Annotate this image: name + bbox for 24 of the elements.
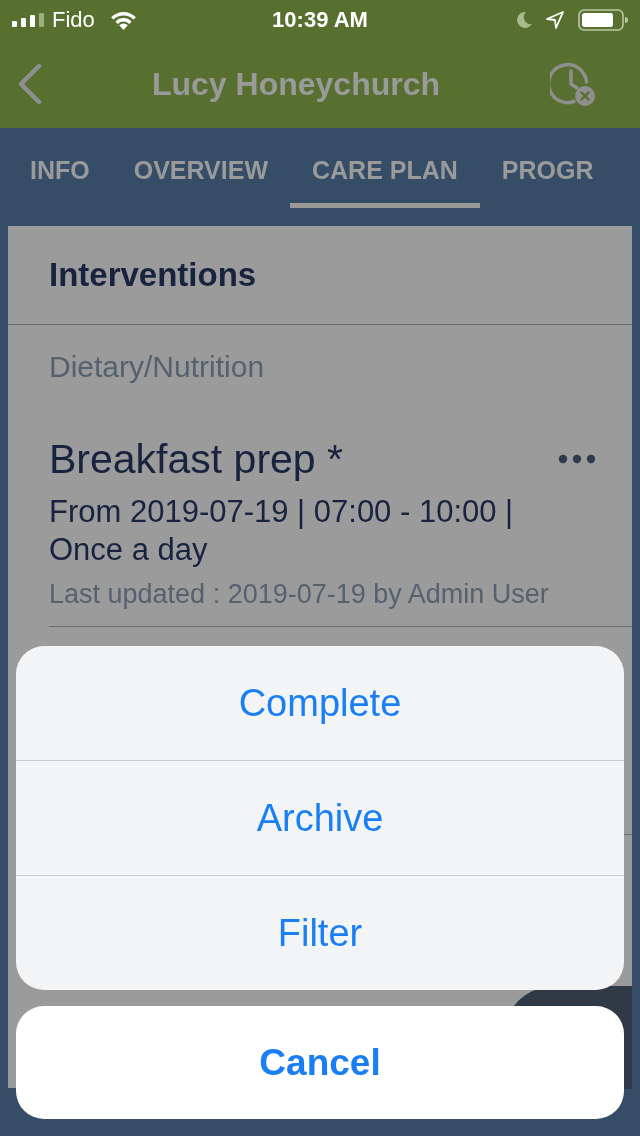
action-option[interactable]: Filter [16, 876, 624, 990]
last-updated-text: Last updated : 2019-07-19 by Admin User [49, 578, 550, 610]
battery-icon [578, 9, 628, 31]
location-arrow-icon [546, 11, 564, 29]
category-label: Dietary/Nutrition [48, 349, 266, 384]
action-option[interactable]: Archive [16, 761, 624, 876]
tab[interactable]: PROGR [479, 128, 594, 208]
section-title: Interventions [49, 256, 257, 294]
intervention-title: Breakfast prep * [49, 435, 343, 483]
moon-icon [516, 12, 532, 28]
action-option[interactable]: Complete [16, 646, 624, 761]
carrier-name: Fido [52, 7, 95, 33]
page-title: Lucy Honeychurch [151, 65, 441, 103]
schedule-text: From 2019-07-19 | 07:00 - 10:00 | Once a day [49, 493, 515, 569]
clock-cancel-icon[interactable] [550, 61, 596, 107]
signal-icon [12, 13, 44, 27]
more-options-icon[interactable] [558, 454, 596, 464]
back-chevron-icon[interactable] [18, 64, 42, 104]
tab[interactable]: OVERVIEW [111, 128, 290, 208]
tab[interactable]: CARE PLAN [290, 128, 480, 208]
cancel-button[interactable]: Cancel [16, 1006, 624, 1119]
wifi-icon [109, 10, 137, 30]
clock-time: 10:39 AM [272, 7, 368, 33]
tab[interactable]: INFO [8, 128, 112, 208]
